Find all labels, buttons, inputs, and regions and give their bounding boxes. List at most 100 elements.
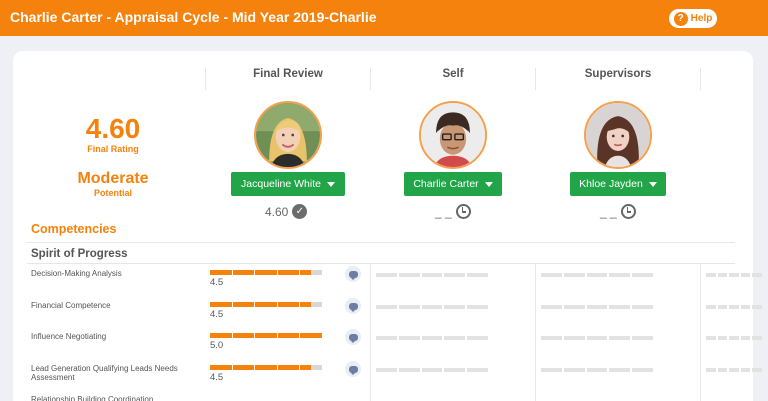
rating-segment xyxy=(210,333,232,338)
competency-label: Relationship Building Coordination xyxy=(31,395,154,401)
placeholder-segment xyxy=(541,305,562,309)
placeholder-segment xyxy=(467,368,488,372)
rating-segment xyxy=(232,270,255,275)
rating-segment xyxy=(255,302,277,307)
placeholder-segment xyxy=(541,336,562,340)
placeholder-segment xyxy=(717,273,728,277)
avatar-final-reviewer xyxy=(254,101,322,169)
rating-value: 5.0 xyxy=(210,340,224,351)
rating-value: 4.5 xyxy=(210,277,224,288)
comment-button[interactable] xyxy=(345,298,361,314)
placeholder-segment xyxy=(752,305,762,309)
comment-icon xyxy=(348,302,358,312)
placeholder-segment xyxy=(717,305,728,309)
rating-placeholder xyxy=(376,305,488,309)
placeholder-segment xyxy=(467,273,488,277)
comment-button[interactable] xyxy=(345,329,361,345)
placeholder-segment xyxy=(609,368,631,372)
placeholder-segment xyxy=(398,305,420,309)
placeholder-segment xyxy=(444,336,466,340)
rating-placeholder xyxy=(706,305,762,309)
divider xyxy=(27,263,735,264)
appraisal-card xyxy=(13,51,753,401)
clock-icon xyxy=(620,204,636,219)
rating-segment xyxy=(300,333,322,338)
placeholder-segment xyxy=(632,305,653,309)
reviewer-name: Charlie Carter xyxy=(413,178,479,190)
placeholder-segment xyxy=(729,368,739,372)
reviewer-select-self[interactable]: Charlie Carter xyxy=(404,172,502,196)
rating-segment xyxy=(277,302,300,307)
rating-placeholder xyxy=(541,368,653,372)
final-rating-value: 4.60 xyxy=(85,113,141,144)
rating-segment xyxy=(255,365,277,370)
placeholder-segment xyxy=(752,273,762,277)
placeholder-segment xyxy=(706,336,716,340)
rating-segment xyxy=(232,333,255,338)
avatar-supervisor xyxy=(584,101,652,169)
rating-bar xyxy=(210,333,322,338)
placeholder-segment xyxy=(706,368,716,372)
column-heading-self: Self xyxy=(442,68,464,80)
potential-label: Potential xyxy=(93,188,132,198)
placeholder-segment xyxy=(541,368,562,372)
help-button[interactable]: ? Help xyxy=(669,9,717,28)
top-bar: Charlie Carter - Appraisal Cycle - Mid Y… xyxy=(0,0,768,36)
placeholder-segment xyxy=(467,336,488,340)
rating-segment xyxy=(300,302,322,307)
score-value: 4.60 xyxy=(265,204,289,219)
rating-segment xyxy=(277,333,300,338)
rating-value: 4.5 xyxy=(210,309,224,320)
placeholder-segment xyxy=(632,273,653,277)
placeholder-segment xyxy=(563,336,585,340)
rating-bar xyxy=(210,365,322,370)
rating-placeholder xyxy=(541,273,653,277)
rating-segment xyxy=(277,270,300,275)
placeholder-segment xyxy=(541,273,562,277)
chevron-down-icon xyxy=(484,181,493,187)
final-rating-label: Final Rating xyxy=(87,144,139,154)
placeholder-segment xyxy=(376,368,397,372)
placeholder-segment xyxy=(586,305,608,309)
rating-segment xyxy=(300,270,322,275)
placeholder-segment xyxy=(609,305,631,309)
column-heading-final-review: Final Review xyxy=(253,68,323,80)
placeholder-segment xyxy=(376,305,397,309)
check-circle-icon: ✓ xyxy=(292,204,308,219)
help-label: Help xyxy=(690,13,713,24)
placeholder-segment xyxy=(717,368,728,372)
competency-label: Lead Generation Qualifying Leads Needs A… xyxy=(31,364,178,382)
rating-placeholder xyxy=(376,336,488,340)
help-icon: ? xyxy=(673,11,688,26)
placeholder-segment xyxy=(398,273,420,277)
reviewer-select-final-review[interactable]: Jacqueline White xyxy=(231,172,345,196)
rating-placeholder xyxy=(541,305,653,309)
placeholder-segment xyxy=(740,305,751,309)
placeholder-segment xyxy=(586,368,608,372)
rating-placeholder xyxy=(706,368,762,372)
score-final-review: 4.60 ✓ xyxy=(265,204,308,219)
placeholder-segment xyxy=(467,305,488,309)
placeholder-segment xyxy=(729,305,739,309)
reviewer-select-supervisor[interactable]: Khloe Jayden xyxy=(570,172,666,196)
comment-icon xyxy=(348,270,358,280)
placeholder-segment xyxy=(563,368,585,372)
rating-segment xyxy=(232,302,255,307)
score-value: _ _ xyxy=(435,204,452,219)
comment-button[interactable] xyxy=(345,266,361,282)
placeholder-segment xyxy=(421,305,443,309)
clock-icon xyxy=(455,204,471,219)
placeholder-segment xyxy=(398,336,420,340)
placeholder-segment xyxy=(376,273,397,277)
rating-placeholder xyxy=(706,273,762,277)
rating-bar xyxy=(210,270,322,275)
avatar-self xyxy=(419,101,487,169)
competencies-title: Competencies xyxy=(31,222,117,236)
rating-segment xyxy=(210,365,232,370)
placeholder-segment xyxy=(706,273,716,277)
competency-group-title: Spirit of Progress xyxy=(31,248,128,260)
rating-segment xyxy=(300,365,322,370)
comment-button[interactable] xyxy=(345,361,361,377)
column-divider xyxy=(535,264,536,401)
placeholder-segment xyxy=(752,368,762,372)
